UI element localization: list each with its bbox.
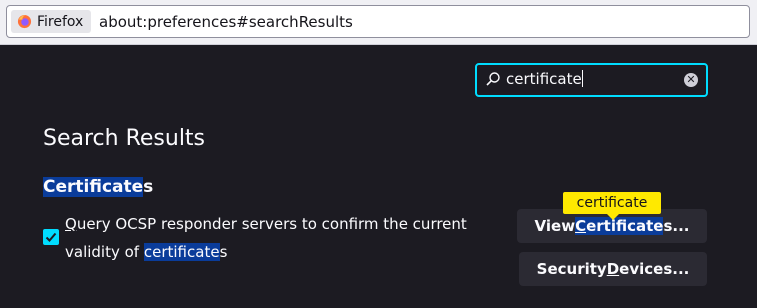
accesskey: D bbox=[606, 260, 620, 278]
url-bar[interactable]: Firefox about:preferences#searchResults bbox=[6, 5, 750, 38]
section-title-certificates: Certificates bbox=[43, 177, 154, 197]
search-highlight: Certificate bbox=[43, 177, 144, 197]
page-title: Search Results bbox=[43, 126, 206, 151]
ocsp-label[interactable]: Query OCSP responder servers to confirm … bbox=[65, 210, 485, 266]
text-caret bbox=[581, 70, 583, 87]
identity-label: Firefox bbox=[37, 13, 84, 30]
search-tooltip: certificate bbox=[563, 192, 661, 220]
preferences-search-input[interactable]: certificate ✕ bbox=[475, 63, 708, 97]
firefox-icon bbox=[17, 14, 32, 29]
ocsp-checkbox[interactable] bbox=[43, 229, 59, 245]
url-text[interactable]: about:preferences#searchResults bbox=[99, 13, 353, 31]
search-icon bbox=[486, 72, 500, 86]
accesskey: C bbox=[575, 217, 587, 235]
search-highlight: ertificate bbox=[586, 217, 664, 235]
checkmark-icon bbox=[45, 232, 57, 242]
identity-box[interactable]: Firefox bbox=[11, 10, 92, 33]
clear-icon[interactable]: ✕ bbox=[684, 73, 698, 87]
search-value: certificate bbox=[506, 70, 583, 88]
search-highlight: certificate bbox=[143, 243, 220, 261]
accesskey: Q bbox=[65, 215, 77, 233]
security-devices-button[interactable]: Security Devices... bbox=[519, 252, 707, 286]
toolbar: Firefox about:preferences#searchResults bbox=[0, 0, 757, 45]
